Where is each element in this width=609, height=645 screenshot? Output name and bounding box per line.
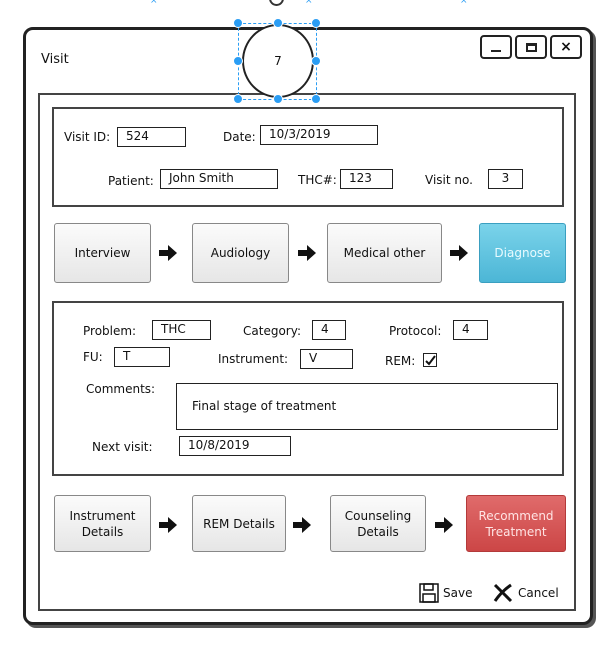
check-icon <box>424 354 436 366</box>
fu-field[interactable]: T <box>114 347 170 367</box>
diagnosis-group: Problem: THC Category: 4 Protocol: 4 FU:… <box>52 301 564 476</box>
medical-other-button[interactable]: Medical other <box>327 223 442 283</box>
arrow-right-icon <box>293 517 311 533</box>
counseling-details-button[interactable]: Counseling Details <box>330 495 426 552</box>
resize-handle-icon[interactable] <box>311 18 321 28</box>
recommend-treatment-button[interactable]: Recommend Treatment <box>466 495 566 552</box>
patient-field[interactable]: John Smith <box>160 169 278 189</box>
arrow-right-icon <box>435 517 453 533</box>
fu-label: FU: <box>83 350 103 364</box>
problem-label: Problem: <box>83 324 137 338</box>
window-controls: × <box>480 35 582 59</box>
diagnose-button[interactable]: Diagnose <box>479 223 566 283</box>
cancel-button[interactable]: Cancel <box>492 583 559 603</box>
save-button[interactable]: Save <box>419 583 472 603</box>
cancel-label: Cancel <box>518 586 559 600</box>
resize-handle-icon[interactable] <box>233 18 243 28</box>
thc-field[interactable]: 123 <box>340 169 393 189</box>
comments-label: Comments: <box>86 382 156 396</box>
instrument-field[interactable]: V <box>300 349 353 369</box>
rotate-handle-icon[interactable] <box>269 0 284 6</box>
resize-handle-icon[interactable] <box>311 94 321 104</box>
instrument-label: Instrument: <box>218 352 289 366</box>
date-field[interactable]: 10/3/2019 <box>260 125 378 145</box>
protocol-label: Protocol: <box>389 324 442 338</box>
visit-no-label: Visit no. <box>425 173 473 187</box>
arrow-right-icon <box>450 245 468 261</box>
visit-id-label: Visit ID: <box>64 130 111 144</box>
selection-marker-icon: × <box>150 0 158 6</box>
rem-checkbox[interactable] <box>423 353 437 367</box>
interview-button[interactable]: Interview <box>54 223 151 283</box>
thc-label: THC#: <box>298 173 337 187</box>
visit-window: Visit × Visit ID: 524 Date: 10/3/2019 Pa… <box>23 27 593 625</box>
resize-handle-icon[interactable] <box>233 94 243 104</box>
selected-circle-shape[interactable]: 7 <box>242 24 314 98</box>
rem-label: REM: <box>385 354 416 368</box>
floppy-disk-icon <box>419 583 439 603</box>
circle-label: 7 <box>274 54 282 68</box>
date-label: Date: <box>223 130 256 144</box>
resize-handle-icon[interactable] <box>311 56 321 66</box>
protocol-field[interactable]: 4 <box>453 320 488 340</box>
rem-details-button[interactable]: REM Details <box>192 495 286 552</box>
minimize-icon <box>491 50 501 52</box>
mockup-canvas: × × × Visit × Visit ID: 524 Date: 10/3/2… <box>0 0 609 645</box>
instrument-details-button[interactable]: Instrument Details <box>54 495 151 552</box>
patient-label: Patient: <box>108 174 154 188</box>
main-panel: Visit ID: 524 Date: 10/3/2019 Patient: J… <box>38 93 576 611</box>
close-button[interactable]: × <box>550 35 582 59</box>
maximize-button[interactable] <box>515 35 547 59</box>
arrow-right-icon <box>298 245 316 261</box>
minimize-button[interactable] <box>480 35 512 59</box>
problem-field[interactable]: THC <box>152 320 211 340</box>
category-field[interactable]: 4 <box>312 320 346 340</box>
maximize-icon <box>525 42 537 52</box>
selection-marker-icon: × <box>305 0 313 6</box>
selection-marker-icon: × <box>460 0 468 6</box>
audiology-button[interactable]: Audiology <box>192 223 289 283</box>
comments-field[interactable]: Final stage of treatment <box>176 383 558 430</box>
save-label: Save <box>443 586 473 600</box>
next-visit-field[interactable]: 10/8/2019 <box>179 436 291 456</box>
next-visit-label: Next visit: <box>92 440 153 454</box>
resize-handle-icon[interactable] <box>273 18 283 28</box>
window-title: Visit <box>41 52 69 67</box>
category-label: Category: <box>243 324 301 338</box>
resize-handle-icon[interactable] <box>273 94 283 104</box>
resize-handle-icon[interactable] <box>233 56 243 66</box>
close-icon: × <box>560 39 572 55</box>
arrow-right-icon <box>159 245 177 261</box>
visit-no-field[interactable]: 3 <box>488 169 523 189</box>
visit-id-field[interactable]: 524 <box>117 127 186 147</box>
cancel-x-icon <box>493 583 513 603</box>
visit-header-group: Visit ID: 524 Date: 10/3/2019 Patient: J… <box>52 107 564 207</box>
arrow-right-icon <box>159 517 177 533</box>
